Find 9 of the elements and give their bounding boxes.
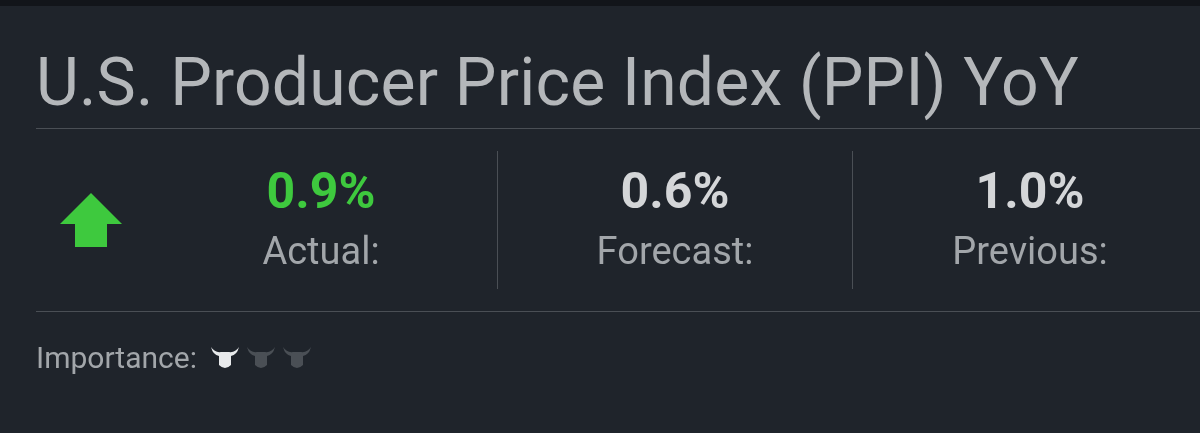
stat-value: 0.6% [620, 161, 730, 223]
stat-label: Actual: [262, 227, 380, 275]
stat-label: Previous: [952, 227, 1108, 275]
stat-label: Forecast: [596, 227, 754, 275]
importance-label: Importance: [36, 340, 197, 375]
stat-value: 1.0% [975, 161, 1085, 223]
stat-value: 0.9% [266, 161, 376, 223]
page-title: U.S. Producer Price Index (PPI) YoY [35, 43, 1080, 123]
up-arrow-icon [59, 193, 122, 247]
